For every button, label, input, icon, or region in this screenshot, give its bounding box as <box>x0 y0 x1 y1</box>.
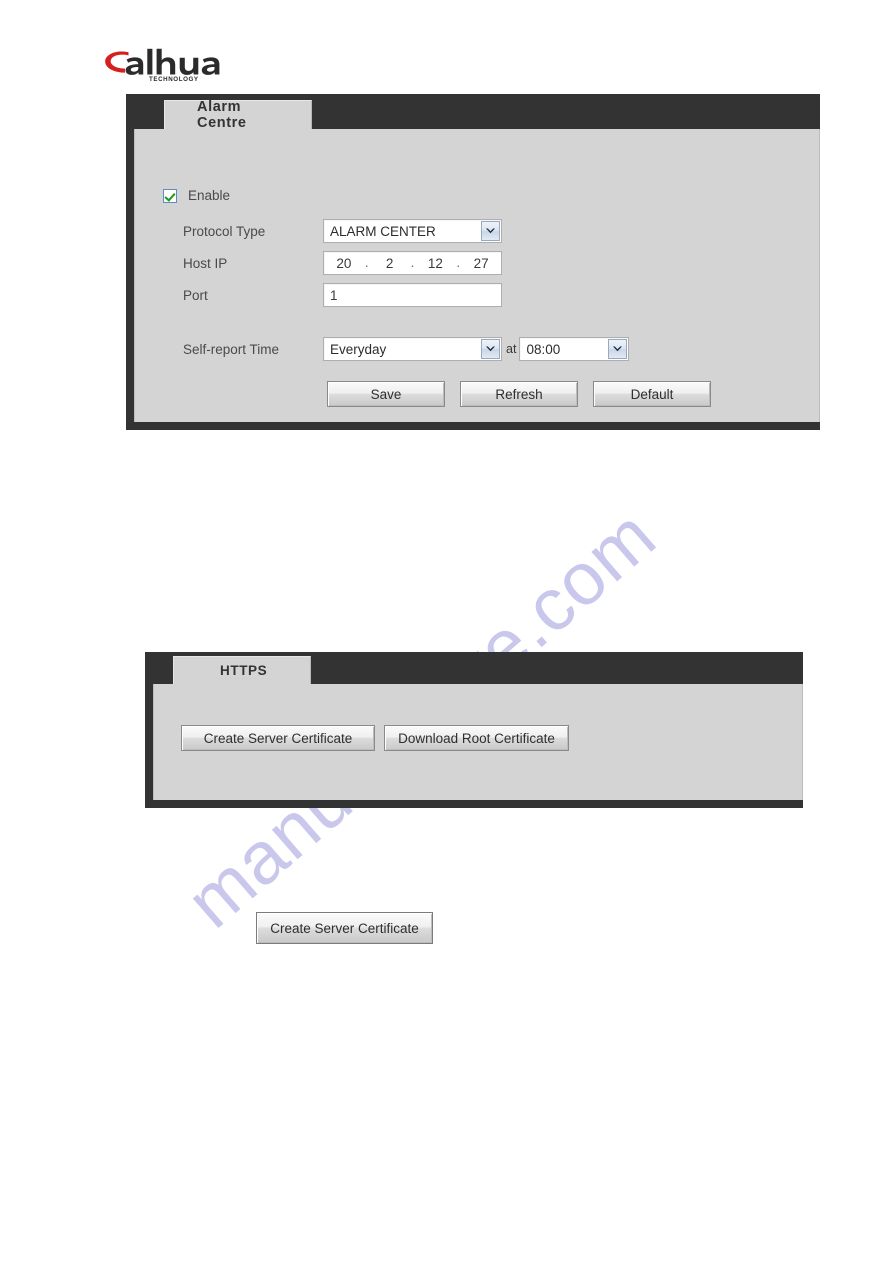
alarm-centre-button-row: Save Refresh Default <box>327 381 711 407</box>
download-root-certificate-button[interactable]: Download Root Certificate <box>384 725 569 751</box>
https-panel: HTTPS Create Server Certificate Download… <box>145 652 803 808</box>
create-server-certificate-button[interactable]: Create Server Certificate <box>181 725 375 751</box>
host-ip-octet-2: 2 <box>385 255 394 271</box>
self-report-day-value: Everyday <box>330 341 387 357</box>
default-button[interactable]: Default <box>593 381 711 407</box>
host-ip-octet-3: 12 <box>427 255 443 271</box>
chevron-down-icon[interactable] <box>481 339 500 359</box>
protocol-type-label: Protocol Type <box>183 223 266 239</box>
port-value: 1 <box>330 287 338 303</box>
tab-alarm-centre-label: Alarm Centre <box>197 99 247 131</box>
save-button[interactable]: Save <box>327 381 445 407</box>
enable-checkbox[interactable] <box>163 188 177 203</box>
tab-https-label: HTTPS <box>220 663 268 678</box>
self-report-time-row: Self-report Time Everyday at 08:00 <box>183 337 630 361</box>
self-report-time-label: Self-report Time <box>183 341 280 357</box>
self-report-at-label: at <box>506 342 517 356</box>
port-label: Port <box>183 287 208 303</box>
enable-row: Enable <box>163 188 230 203</box>
https-body: Create Server Certificate Download Root … <box>153 684 803 800</box>
protocol-type-value: ALARM CENTER <box>330 223 436 239</box>
dahua-logo: TECHNOLOGY <box>104 48 224 83</box>
dahua-logo-graphic: TECHNOLOGY <box>105 48 220 83</box>
alarm-centre-panel-inner: Alarm Centre Enable Protocol Type ALARM … <box>134 94 820 422</box>
self-report-time-select[interactable]: 08:00 <box>519 337 630 361</box>
alarm-centre-header: Alarm Centre <box>134 94 820 131</box>
port-input[interactable]: 1 <box>323 283 502 307</box>
refresh-button[interactable]: Refresh <box>460 381 578 407</box>
chevron-down-icon[interactable] <box>608 339 628 359</box>
host-ip-label: Host IP <box>183 255 228 271</box>
host-ip-separator: . <box>410 254 415 270</box>
self-report-time-value: 08:00 <box>526 341 561 357</box>
protocol-type-row: Protocol Type ALARM CENTER <box>183 219 502 243</box>
chevron-down-icon[interactable] <box>481 221 500 241</box>
https-header: HTTPS <box>153 652 803 684</box>
host-ip-row: Host IP 20 . 2 . 12 . 27 <box>183 251 502 275</box>
tab-alarm-centre[interactable]: Alarm Centre <box>164 99 312 131</box>
https-panel-inner: HTTPS Create Server Certificate Download… <box>153 652 803 800</box>
enable-label: Enable <box>188 188 231 203</box>
port-row: Port 1 <box>183 283 502 307</box>
host-ip-octet-4: 27 <box>473 255 489 271</box>
create-server-certificate-button-standalone[interactable]: Create Server Certificate <box>256 912 433 944</box>
https-button-row: Create Server Certificate Download Root … <box>181 725 569 751</box>
self-report-day-select[interactable]: Everyday <box>323 337 502 361</box>
host-ip-octet-1: 20 <box>336 255 352 271</box>
alarm-centre-panel: Alarm Centre Enable Protocol Type ALARM … <box>126 94 820 430</box>
host-ip-separator: . <box>456 254 461 270</box>
alarm-centre-body: Enable Protocol Type ALARM CENTER Host I… <box>134 129 820 422</box>
host-ip-separator: . <box>364 254 369 270</box>
host-ip-input[interactable]: 20 . 2 . 12 . 27 <box>323 251 502 275</box>
protocol-type-select[interactable]: ALARM CENTER <box>323 219 502 243</box>
tab-https[interactable]: HTTPS <box>173 656 311 684</box>
logo-tagline: TECHNOLOGY <box>149 76 199 82</box>
